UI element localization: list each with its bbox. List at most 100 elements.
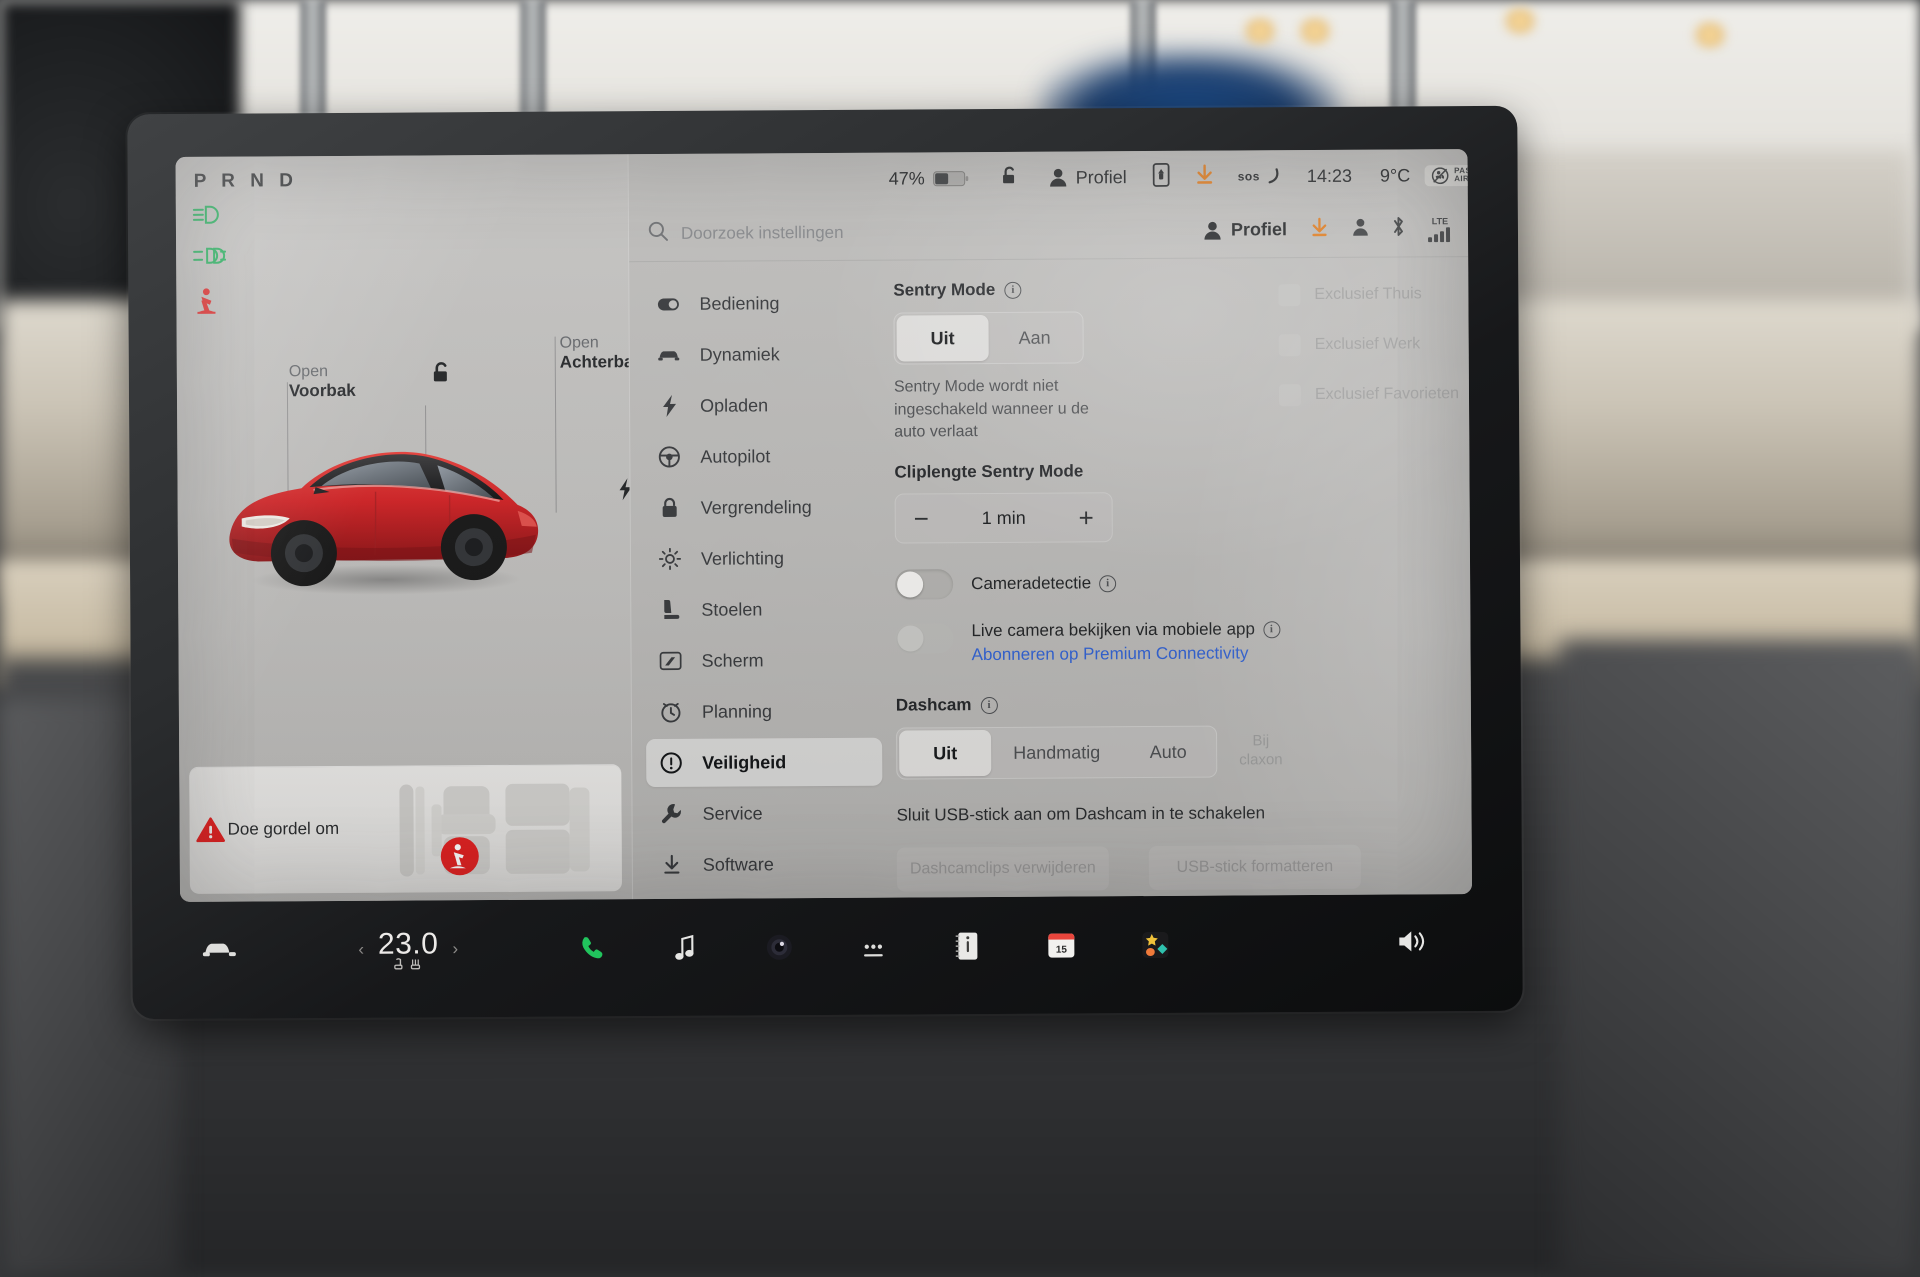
temp-decrease-chevron[interactable]: ‹	[358, 940, 364, 960]
vehicle-visualization-panel[interactable]: P R N D Open Voorbak Open Achterbak Doe …	[175, 154, 643, 902]
airbag-label-line2: AIRBAG	[1454, 173, 1473, 184]
display-icon	[659, 651, 682, 671]
cliplength-section-title: Cliplengte Sentry Mode	[894, 459, 1459, 482]
settings-profile-button[interactable]: Profiel	[1203, 219, 1287, 241]
camera-detection-toggle[interactable]	[895, 569, 954, 600]
sidebar-item-autopilot[interactable]: Autopilot	[644, 432, 880, 481]
sidebar-item-veiligheid[interactable]: Veiligheid	[646, 737, 883, 788]
app-bar: ‹ 23.0 › 15	[180, 906, 1474, 988]
premium-connectivity-link[interactable]: Abonneren op Premium Connectivity	[972, 643, 1281, 665]
driver-profile-icon[interactable]	[1352, 217, 1369, 241]
live-camera-label-group: Live camera bekijken via mobiele app i	[971, 619, 1280, 641]
dashcam-mode-group[interactable]: Uit Handmatig Auto	[896, 725, 1218, 780]
toybox-icon[interactable]	[1140, 929, 1170, 961]
software-download-icon[interactable]	[1194, 163, 1216, 190]
search-input[interactable]: Doorzoek instellingen	[681, 222, 844, 243]
unlocked-padlock-icon[interactable]	[429, 360, 455, 391]
sidebar-item-service[interactable]: Service	[646, 789, 882, 838]
dashcam-option-auto[interactable]: Auto	[1122, 729, 1214, 776]
svg-text:15: 15	[1056, 945, 1068, 956]
settings-nav-list: Bediening Dynamiek Opladen Autopilot Ver…	[629, 261, 883, 900]
clock-schedule-icon	[660, 701, 682, 723]
settings-profile-label: Profiel	[1230, 219, 1288, 240]
search-icon[interactable]	[647, 220, 669, 247]
camera-detection-row[interactable]: Cameradetectie i	[895, 566, 1460, 600]
sos-button[interactable]: sos	[1238, 168, 1281, 184]
dashcam-usb-notice: Sluit USB-stick aan om Dashcam in te sch…	[896, 803, 1266, 825]
car-icon[interactable]	[202, 938, 236, 963]
cliplength-decrease-button[interactable]: −	[914, 504, 929, 534]
camera-detection-label-group: Cameradetectie i	[971, 573, 1117, 594]
volume-speaker-icon[interactable]	[1396, 928, 1430, 959]
camera-detection-label: Cameradetectie	[971, 573, 1092, 594]
app-launcher-icons: 15	[576, 929, 1170, 965]
settings-content: Sentry Mode i Uit Aan Sentry Mode wordt …	[879, 257, 1472, 898]
vehicle-3d-render	[229, 451, 539, 595]
download-arrow-icon	[661, 854, 683, 876]
lte-signal-icon[interactable]: LTE	[1428, 216, 1452, 242]
clock-text[interactable]: 14:23	[1307, 165, 1352, 186]
sidebar-item-vergrendeling[interactable]: Vergrendeling	[645, 483, 881, 532]
info-icon[interactable]: i	[1262, 620, 1280, 638]
sidebar-item-bediening[interactable]: Bediening	[643, 279, 879, 328]
phone-icon[interactable]	[576, 932, 606, 964]
exclusion-favorieten-row[interactable]: Exclusief Favorieten	[1278, 383, 1465, 407]
sidebar-item-planning[interactable]: Planning	[646, 687, 882, 736]
sentry-mode-toggle-group[interactable]: Uit Aan	[893, 311, 1084, 365]
bg-right-console	[1560, 640, 1920, 1277]
sidebar-item-verlichting[interactable]: Verlichting	[645, 534, 881, 583]
telltale-indicators	[192, 205, 227, 338]
calendar-icon[interactable]: 15	[1046, 929, 1076, 961]
sidebar-item-label: Vergrendeling	[700, 496, 812, 518]
sidebar-item-software[interactable]: Software	[647, 840, 883, 889]
climate-control[interactable]: ‹ 23.0 ›	[358, 927, 458, 973]
live-camera-toggle[interactable]	[895, 623, 954, 654]
exclusion-werk-checkbox[interactable]	[1278, 334, 1301, 357]
sidebar-item-dynamiek[interactable]: Dynamiek	[644, 330, 880, 379]
dashcam-option-handmatig[interactable]: Handmatig	[991, 729, 1122, 776]
sidebar-item-opladen[interactable]: Opladen	[644, 381, 880, 430]
sidebar-item-stoelen[interactable]: Stoelen	[645, 585, 881, 634]
bg-ceiling-light	[1240, 18, 1280, 44]
fog-light-icon	[192, 246, 227, 271]
bluetooth-icon[interactable]	[1391, 215, 1406, 242]
sentry-mode-option-uit[interactable]: Uit	[896, 314, 989, 362]
dashcam-option-uit[interactable]: Uit	[899, 730, 992, 777]
exclusion-favorieten-checkbox[interactable]	[1278, 384, 1302, 407]
exclusion-thuis-label: Exclusief Thuis	[1314, 285, 1422, 304]
info-icon[interactable]: i	[980, 696, 998, 714]
sidebar-item-scherm[interactable]: Scherm	[645, 636, 881, 685]
app-launcher-dots-icon[interactable]	[858, 931, 888, 963]
sentry-mode-help-text: Sentry Mode wordt niet ingeschakeld wann…	[893, 377, 1089, 442]
temp-increase-chevron[interactable]: ›	[452, 939, 458, 959]
delete-dashcam-clips-button[interactable]: Dashcamclips verwijderen	[896, 846, 1110, 892]
camera-icon[interactable]	[764, 931, 794, 963]
cliplength-stepper[interactable]: − 1 min +	[894, 492, 1113, 544]
unlocked-padlock-icon[interactable]	[999, 164, 1021, 191]
settings-panel: 47% Profiel sos 14:23 9°C PASSENGER AIRB…	[627, 149, 1473, 900]
status-bar: 47% Profiel sos 14:23 9°C PASSENGER AIRB…	[629, 149, 1473, 206]
sentry-mode-option-aan[interactable]: Aan	[988, 314, 1080, 361]
padlock-icon	[659, 497, 681, 519]
seatbelt-alert-card[interactable]: Doe gordel om	[189, 765, 623, 894]
release-notes-icon[interactable]	[952, 930, 982, 962]
exclusion-werk-row[interactable]: Exclusief Werk	[1278, 333, 1465, 357]
sidebar-item-label: Software	[702, 853, 774, 875]
phone-key-icon[interactable]	[1152, 162, 1170, 191]
tesla-ui: P R N D Open Voorbak Open Achterbak Doe …	[175, 149, 1473, 902]
format-usb-button[interactable]: USB-stick formatteren	[1148, 844, 1362, 891]
cliplength-increase-button[interactable]: +	[1078, 503, 1093, 533]
live-camera-row[interactable]: Live camera bekijken via mobiele app i A…	[895, 618, 1460, 665]
software-download-icon[interactable]	[1309, 216, 1330, 242]
battery-status[interactable]: 47%	[889, 168, 969, 189]
exclusion-thuis-row[interactable]: Exclusief Thuis	[1278, 283, 1464, 307]
sidebar-item-navigatie[interactable]: Navigatie	[647, 891, 883, 902]
info-icon[interactable]: i	[1099, 574, 1117, 592]
info-icon[interactable]: i	[1004, 281, 1022, 299]
gear-selector-indicator: P R N D	[193, 170, 299, 192]
profile-button[interactable]: Profiel	[1049, 167, 1127, 188]
music-note-icon[interactable]	[670, 932, 700, 964]
open-frunk-label[interactable]: Open Voorbak	[289, 363, 356, 402]
exclusion-thuis-checkbox[interactable]	[1278, 284, 1301, 307]
outside-temperature-text[interactable]: 9°C	[1380, 165, 1410, 186]
